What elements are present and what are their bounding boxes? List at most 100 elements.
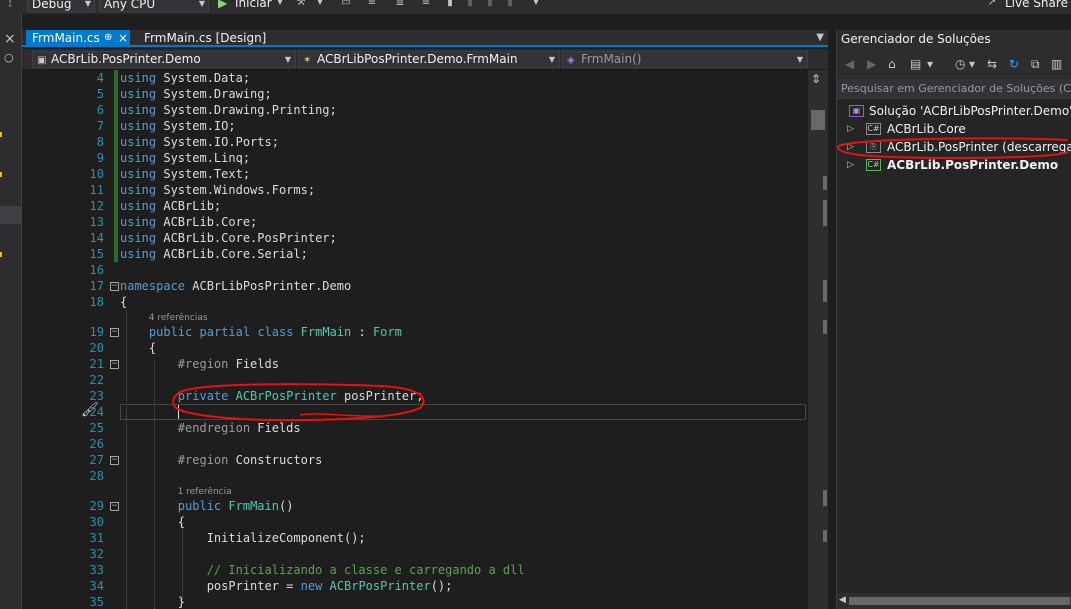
selected-tool-item[interactable]: [0, 206, 21, 224]
collapse-all-icon[interactable]: ⧉: [1031, 57, 1040, 72]
code-line[interactable]: 12 using ACBrLib;: [22, 198, 808, 214]
start-button[interactable]: Iniciar: [235, 0, 272, 10]
code-editor[interactable]: 🖌 4 using System.Data; 5 using System.Drawi…: [22, 70, 808, 609]
code-line[interactable]: 19− public partial class FrmMain : Form: [22, 324, 808, 340]
collapse-region-icon[interactable]: −: [110, 282, 119, 291]
class-dropdown[interactable]: ✶ ACBrLibPosPrinter.Demo.FrmMain ▼: [298, 51, 560, 68]
code-line[interactable]: 30 {: [22, 514, 808, 530]
editor-vertical-scrollbar[interactable]: ⇕: [808, 70, 828, 609]
code-line[interactable]: 7 using System.IO;: [22, 118, 808, 134]
bookmark-next-icon[interactable]: ▮: [484, 0, 496, 9]
switch-views-icon[interactable]: ▤: [910, 57, 921, 71]
code-line[interactable]: 27− #region Constructors: [22, 452, 808, 468]
code-line[interactable]: 10 using System.Text;: [22, 166, 808, 182]
attach-icon[interactable]: ⚒: [295, 0, 307, 9]
tree-item-acbrlib-posprinter-demo[interactable]: ▷ C# ACBrLib.PosPrinter.Demo: [837, 156, 1071, 174]
line-number: 5: [96, 87, 104, 101]
close-icon[interactable]: ×: [4, 31, 16, 47]
scroll-left-icon[interactable]: ◀: [839, 595, 846, 605]
solution-search-input[interactable]: Pesquisar em Gerenciador de Soluções (Ct…: [837, 79, 1071, 99]
expand-arrow-icon[interactable]: ▷: [847, 156, 854, 174]
code-line[interactable]: 22: [22, 372, 808, 388]
code-line[interactable]: 5 using System.Drawing;: [22, 86, 808, 102]
format-icon[interactable]: ≡: [366, 0, 378, 9]
bookmark-prev-icon[interactable]: ▮: [464, 0, 476, 9]
code-line[interactable]: 14 using ACBrLib.Core.PosPrinter;: [22, 230, 808, 246]
scrollbar-thumb[interactable]: [811, 110, 825, 130]
new-window-icon[interactable]: ▭: [340, 0, 352, 9]
chevron-down-icon[interactable]: ▾: [314, 0, 326, 9]
code-line[interactable]: 34 posPrinter = new ACBrPosPrinter();: [22, 578, 808, 594]
refresh-icon[interactable]: ↻: [1009, 57, 1019, 71]
code-line[interactable]: 20 {: [22, 340, 808, 356]
tree-item-solution[interactable]: ▣ Solução 'ACBrLibPosPrinter.Demo' (2 d: [837, 102, 1071, 120]
pending-changes-icon[interactable]: ◷: [955, 57, 965, 71]
solution-horizontal-scrollbar[interactable]: ◀: [837, 593, 1071, 609]
tree-item-acbrlib-core[interactable]: ▷ C# ACBrLib.Core: [837, 120, 1071, 138]
code-line[interactable]: 25 #endregion Fields: [22, 420, 808, 436]
code-line[interactable]: 13 using ACBrLib.Core;: [22, 214, 808, 230]
code-line[interactable]: 31 InitializeComponent();: [22, 530, 808, 546]
bookmark-clear-icon[interactable]: ▮: [504, 0, 516, 9]
expand-arrow-icon[interactable]: ▷: [847, 138, 854, 156]
pin-icon[interactable]: ⊕: [104, 30, 112, 46]
live-share-icon[interactable]: ↗: [986, 0, 998, 9]
back-icon[interactable]: ◀: [845, 57, 854, 71]
code-line[interactable]: 26: [22, 436, 808, 452]
tab-frmmain-design[interactable]: FrmMain.cs [Design]: [138, 30, 272, 46]
solution-configuration-dropdown[interactable]: Debug ▼: [27, 0, 95, 12]
code-line[interactable]: 16: [22, 262, 808, 278]
play-icon[interactable]: ▶: [218, 0, 227, 10]
scrollbar-thumb[interactable]: [849, 597, 1070, 605]
home-icon[interactable]: ⌂: [888, 57, 896, 71]
comment-icon[interactable]: ≡: [420, 0, 432, 9]
sync-icon[interactable]: ⇆: [987, 57, 997, 71]
code-line[interactable]: 35 }: [22, 594, 808, 609]
collapse-region-icon[interactable]: −: [110, 502, 119, 511]
chevron-down-icon[interactable]: ▾: [969, 57, 975, 71]
code-line[interactable]: 32: [22, 546, 808, 562]
solution-platform-dropdown[interactable]: Any CPU ▼: [99, 0, 209, 12]
code-line[interactable]: 23 private ACBrPosPrinter posPrinter;: [22, 388, 808, 404]
show-all-files-icon[interactable]: ▥: [1051, 57, 1062, 71]
code-line[interactable]: 17− namespace ACBrLibPosPrinter.Demo: [22, 278, 808, 294]
code-line[interactable]: 6 using System.Drawing.Printing;: [22, 102, 808, 118]
line-number: 12: [89, 199, 104, 213]
bookmark-icon[interactable]: ▮: [444, 0, 456, 9]
chevron-down-icon[interactable]: ▾: [927, 57, 933, 71]
tab-frmmain-cs[interactable]: FrmMain.cs ⊕ ×: [26, 30, 130, 46]
code-line[interactable]: 29− public FrmMain(): [22, 498, 808, 514]
code-line[interactable]: 24: [22, 404, 808, 420]
collapse-region-icon[interactable]: −: [110, 360, 119, 369]
settings-icon[interactable]: ○: [4, 51, 14, 64]
chevron-down-icon[interactable]: ▼: [816, 30, 824, 46]
codelens-references[interactable]: 1 referência: [178, 486, 232, 498]
chevron-down-icon[interactable]: ▾: [530, 0, 542, 9]
code-line[interactable]: 9 using System.Linq;: [22, 150, 808, 166]
code-line[interactable]: 11 using System.Windows.Forms;: [22, 182, 808, 198]
code-line[interactable]: 8 using System.IO.Ports;: [22, 134, 808, 150]
project-dropdown[interactable]: ▣ ACBrLib.PosPrinter.Demo ▼: [32, 51, 296, 68]
close-icon[interactable]: ×: [118, 30, 128, 46]
codelens-references[interactable]: 4 referências: [149, 312, 208, 324]
code-line[interactable]: 4 using System.Data;: [22, 70, 808, 86]
collapse-region-icon[interactable]: −: [110, 328, 119, 337]
tree-item-acbrlib-posprinter[interactable]: ▷ ⎘ ACBrLib.PosPrinter (descarregado): [837, 138, 1071, 156]
forward-icon[interactable]: ▶: [867, 57, 876, 71]
chevron-down-icon[interactable]: ▾: [274, 0, 286, 9]
code-text: #endregion Fields: [177, 421, 301, 435]
line-number: 32: [89, 547, 104, 561]
code-line[interactable]: 18 {: [22, 294, 808, 310]
line-number: 34: [89, 579, 104, 593]
collapse-region-icon[interactable]: −: [110, 456, 119, 465]
split-icon[interactable]: ⇕: [811, 72, 821, 86]
code-line[interactable]: 33 // Inicializando a classe e carregand…: [22, 562, 808, 578]
live-share-button[interactable]: Live Share: [1005, 0, 1068, 10]
code-line[interactable]: 15 using ACBrLib.Core.Serial;: [22, 246, 808, 262]
code-line[interactable]: 21− #region Fields: [22, 356, 808, 372]
code-line[interactable]: 28: [22, 468, 808, 484]
member-dropdown[interactable]: ◈ FrmMain() ▼: [562, 51, 808, 68]
indent-icon[interactable]: ≣: [394, 0, 406, 9]
code-text: using ACBrLib.Core.Serial;: [120, 247, 308, 261]
expand-arrow-icon[interactable]: ▷: [847, 120, 854, 138]
